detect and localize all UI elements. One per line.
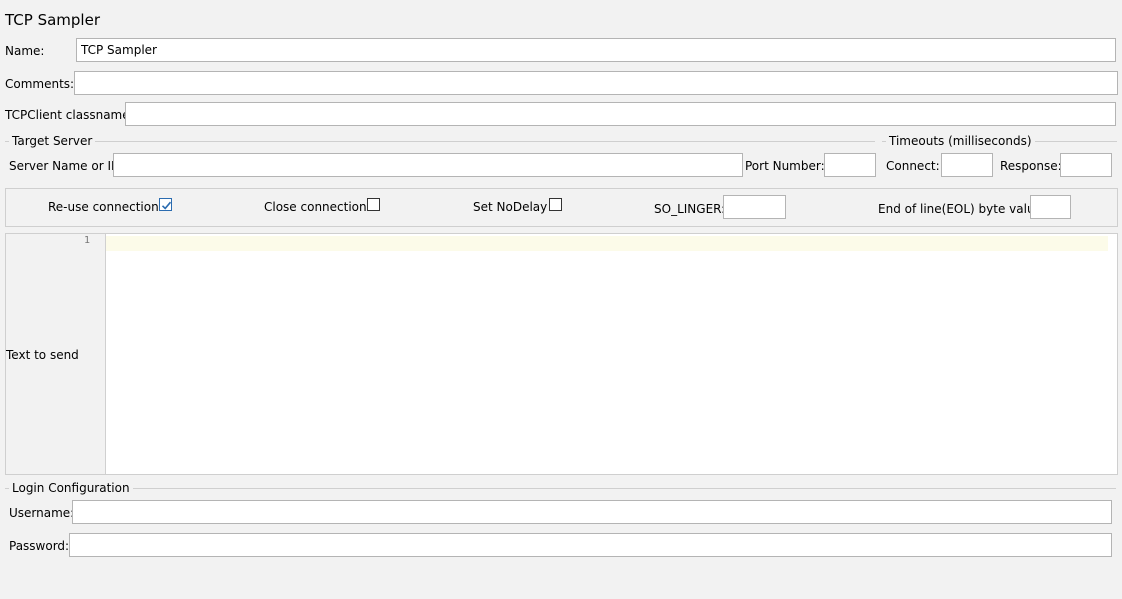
so-linger-input[interactable] — [723, 195, 786, 219]
comments-input[interactable] — [74, 71, 1118, 95]
name-input[interactable] — [76, 38, 1116, 62]
password-input[interactable] — [69, 533, 1112, 557]
username-label: Username: — [9, 506, 75, 520]
classname-label: TCPClient classname: — [5, 108, 134, 122]
connect-timeout-input[interactable] — [941, 153, 993, 177]
response-timeout-input[interactable] — [1060, 153, 1112, 177]
connect-label: Connect: — [886, 159, 940, 173]
close-connection-checkbox[interactable] — [367, 198, 380, 211]
so-linger-label: SO_LINGER: — [654, 202, 726, 216]
check-icon — [161, 201, 172, 210]
eol-byte-label: End of line(EOL) byte value: — [878, 202, 1046, 216]
target-server-border — [5, 141, 875, 142]
comments-label: Comments: — [5, 77, 75, 91]
text-to-send-editor[interactable] — [106, 234, 1117, 474]
port-number-input[interactable] — [824, 153, 876, 177]
current-line-highlight — [106, 236, 1108, 251]
response-label: Response: — [1000, 159, 1062, 173]
set-nodelay-label: Set NoDelay — [473, 200, 548, 214]
set-nodelay-checkbox[interactable] — [549, 198, 562, 211]
server-name-label: Server Name or IP: — [9, 159, 123, 173]
server-name-input[interactable] — [113, 153, 743, 177]
line-number: 1 — [84, 235, 91, 246]
reuse-connection-checkbox[interactable] — [159, 198, 172, 211]
target-server-title: Target Server — [9, 134, 96, 148]
login-config-title: Login Configuration — [9, 481, 133, 495]
text-to-send-panel: Text to send 1 — [5, 233, 1118, 475]
port-number-label: Port Number: — [745, 159, 825, 173]
reuse-connection-label: Re-use connection — [48, 200, 159, 214]
password-label: Password: — [9, 539, 70, 553]
login-config-border — [5, 488, 1116, 489]
page-title: TCP Sampler — [5, 11, 100, 29]
text-to-send-label: Text to send — [6, 348, 79, 362]
username-input[interactable] — [72, 500, 1112, 524]
timeouts-title: Timeouts (milliseconds) — [886, 134, 1035, 148]
close-connection-label: Close connection — [264, 200, 367, 214]
classname-input[interactable] — [125, 102, 1116, 126]
eol-byte-input[interactable] — [1030, 195, 1071, 219]
name-label: Name: — [5, 44, 45, 58]
